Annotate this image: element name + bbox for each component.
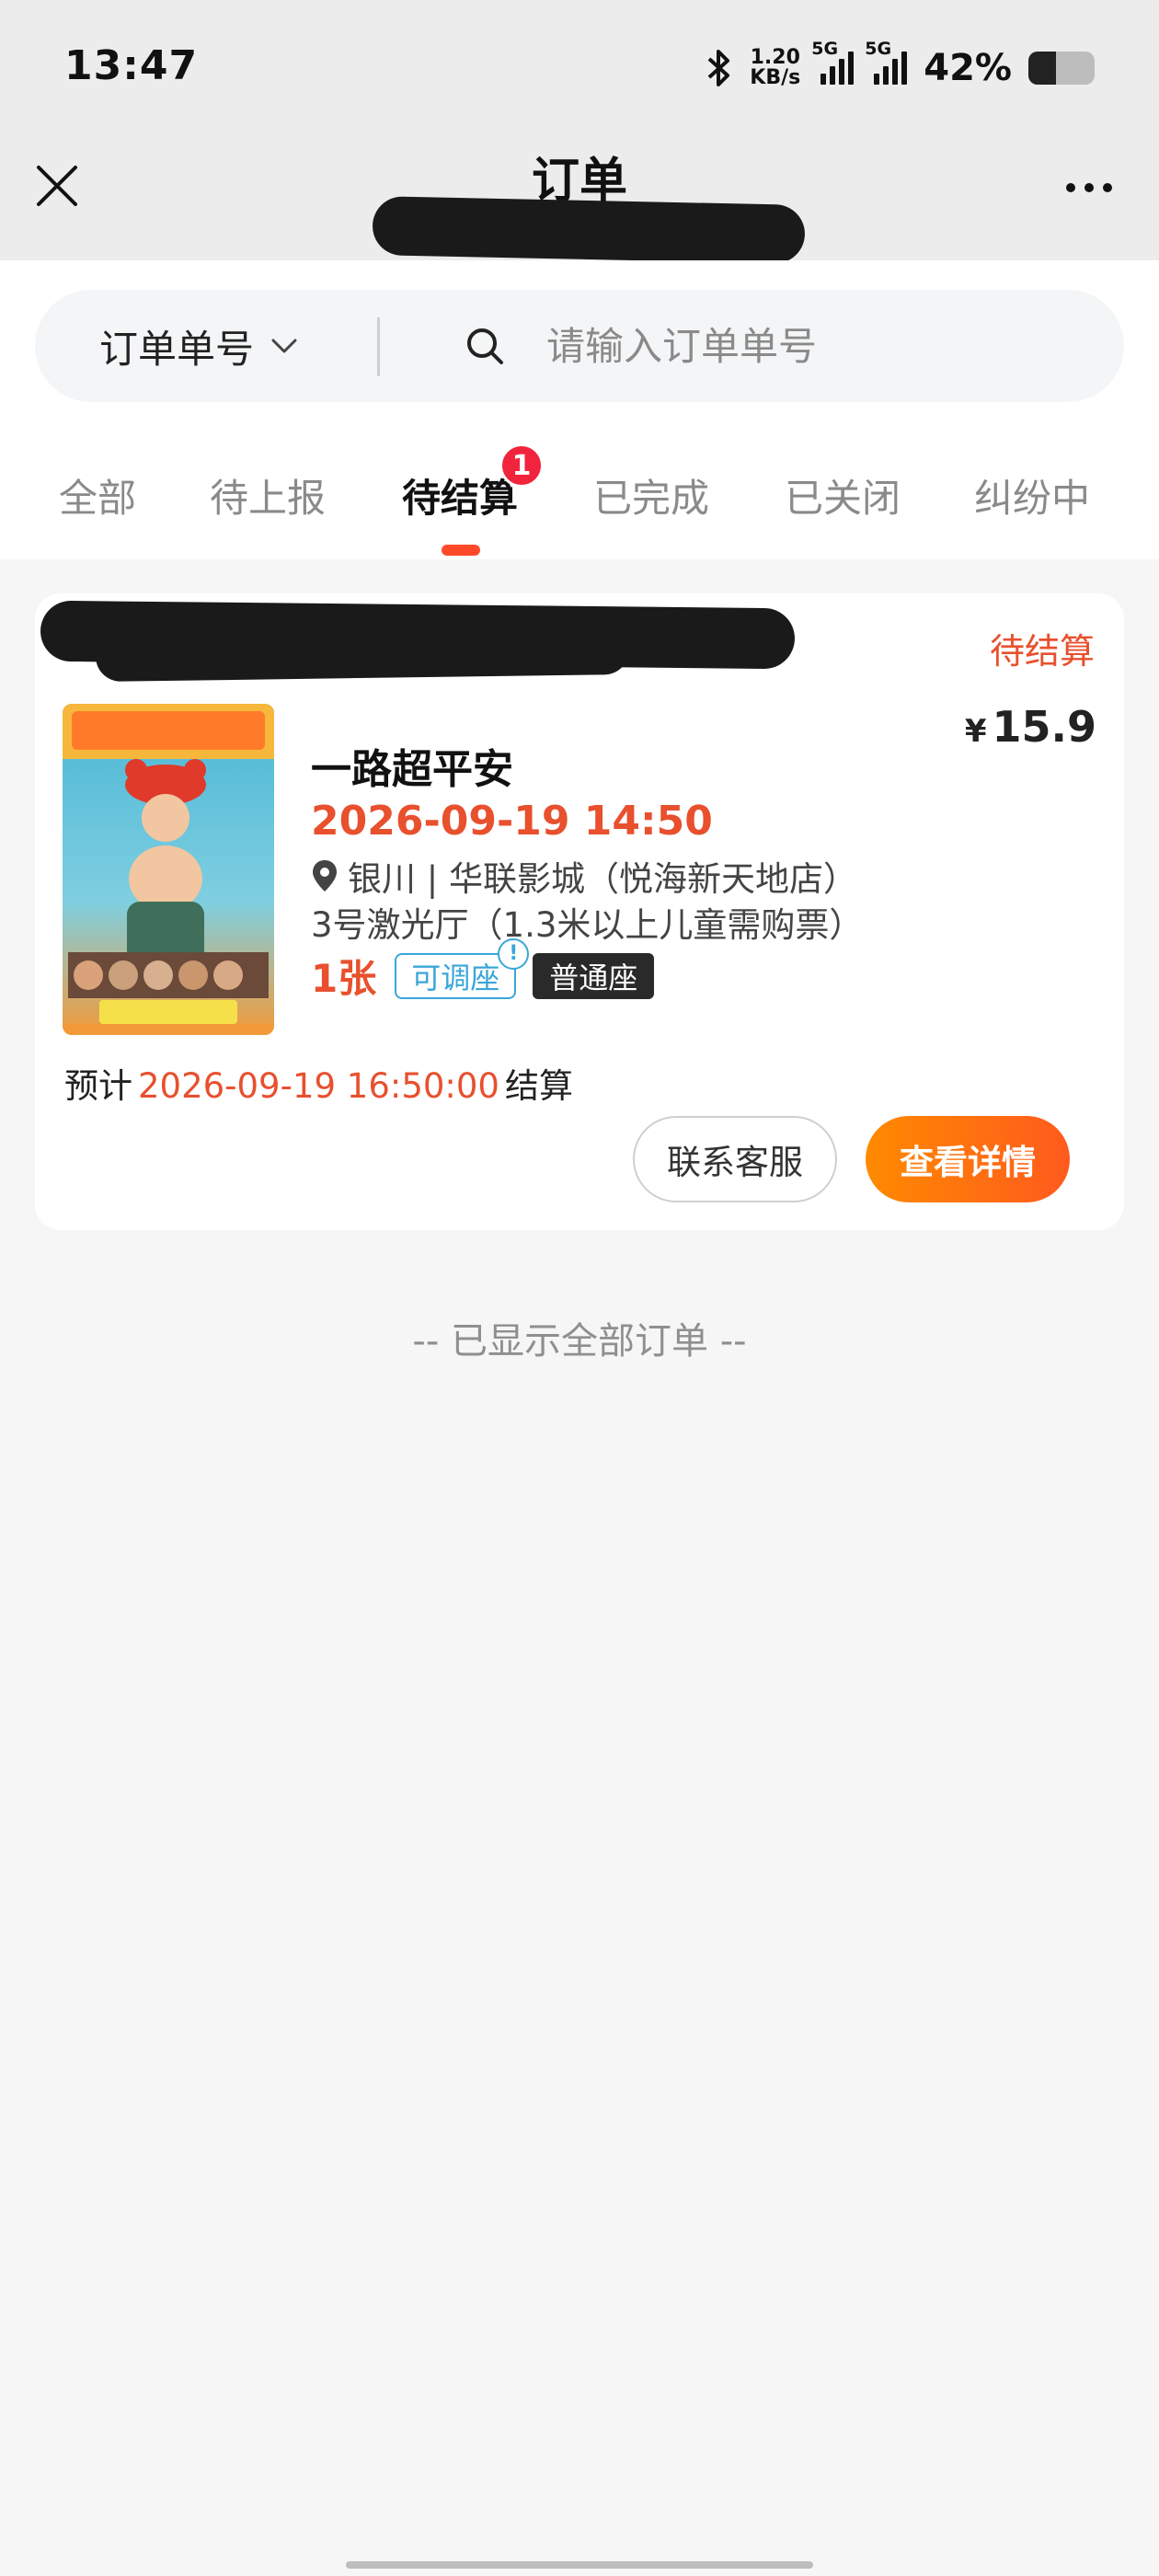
status-tabs: 全部 待上报 待结算 1 已完成 已关闭 纠纷中 <box>0 443 1159 559</box>
search-bar: 订单单号 <box>35 290 1124 402</box>
tab-completed[interactable]: 已完成 <box>593 458 709 532</box>
price-value: 15.9 <box>992 702 1097 752</box>
tab-label: 已关闭 <box>785 475 901 521</box>
order-card[interactable]: 待结算 ¥ 15.9 一路超平安 2026-09-19 14:50 银川 | 华… <box>35 593 1124 1230</box>
settle-suffix: 结算 <box>504 1066 573 1106</box>
search-type-selector[interactable]: 订单单号 <box>99 290 298 402</box>
tab-label: 全部 <box>59 475 137 521</box>
more-button[interactable] <box>1052 162 1126 213</box>
status-icons: 1.20 KB/s 5G 5G 42% <box>706 39 1095 96</box>
tab-count-badge: 1 <box>499 443 545 488</box>
ticket-count: 1张 <box>311 956 377 1001</box>
redaction-mark <box>95 624 630 683</box>
chevron-down-icon <box>271 339 297 353</box>
search-input[interactable] <box>546 308 1061 384</box>
contact-support-button[interactable]: 联系客服 <box>633 1116 837 1202</box>
tab-pending-report[interactable]: 待上报 <box>210 458 326 532</box>
ticket-info: 1张 可调座 ! 普通座 <box>311 937 655 1004</box>
battery-fill <box>1028 52 1057 85</box>
active-tab-indicator <box>442 545 480 556</box>
tab-pending-settlement[interactable]: 待结算 1 <box>402 443 545 532</box>
sim2-type: 5G <box>865 39 892 59</box>
signal-icon-sim1: 5G <box>811 39 855 85</box>
settle-time: 2026-09-19 16:50:00 <box>138 1066 499 1106</box>
tab-disputed[interactable]: 纠纷中 <box>974 458 1090 532</box>
seat-adjustable-label: 可调座 <box>411 960 500 995</box>
show-time: 2026-09-19 14:50 <box>311 798 713 845</box>
tab-label: 纠纷中 <box>974 475 1091 521</box>
hall-info: 3号激光厅（1.3米以上儿童需购票） <box>311 905 864 945</box>
settle-prefix: 预计 <box>64 1066 132 1106</box>
tab-label: 已完成 <box>593 475 710 521</box>
end-of-list-note: -- 已显示全部订单 -- <box>412 1320 747 1363</box>
info-icon[interactable]: ! <box>498 937 530 970</box>
status-time: 13:47 <box>64 42 199 89</box>
movie-poster[interactable] <box>63 704 274 1035</box>
settlement-estimate: 预计 2026-09-19 16:50:00 结算 <box>64 1058 573 1108</box>
top-area: 13:47 1.20 KB/s 5G 5G 42% 订单 <box>0 0 1159 264</box>
tab-label: 待上报 <box>210 475 327 521</box>
search-divider <box>377 317 380 376</box>
battery-icon <box>1028 52 1095 85</box>
signal-icon-sim2: 5G <box>865 39 908 85</box>
net-speed-unit: KB/s <box>750 66 801 89</box>
search-icon <box>467 328 503 364</box>
cinema-name: 银川 | 华联影城（悦海新天地店） <box>348 859 857 899</box>
tab-closed[interactable]: 已关闭 <box>785 458 901 532</box>
bluetooth-icon <box>706 48 733 88</box>
net-speed: 1.20 KB/s <box>750 48 800 88</box>
tab-label: 待结算 <box>402 475 519 521</box>
battery-percent: 42% <box>924 47 1012 89</box>
more-dot-icon <box>1084 183 1094 192</box>
redaction-mark <box>372 196 806 264</box>
tab-all[interactable]: 全部 <box>59 458 136 532</box>
sim1-type: 5G <box>811 39 839 59</box>
order-status: 待结算 <box>989 631 1095 672</box>
title-bar: 订单 <box>0 129 1159 264</box>
net-speed-value: 1.20 <box>750 46 800 69</box>
home-indicator[interactable] <box>346 2561 813 2569</box>
more-dot-icon <box>1066 183 1075 192</box>
search-type-label: 订单单号 <box>99 326 255 372</box>
seat-type-tag: 普通座 <box>533 952 655 999</box>
location-pin-icon <box>313 860 337 891</box>
currency-symbol: ¥ <box>964 713 987 750</box>
seat-adjustable-tag[interactable]: 可调座 ! <box>395 937 530 999</box>
cinema-info: 银川 | 华联影城（悦海新天地店） <box>311 851 857 901</box>
more-dot-icon <box>1103 183 1112 192</box>
order-filter-header: 订单单号 全部 待上报 待结算 1 已完成 已关闭 纠纷中 <box>0 260 1159 559</box>
movie-title: 一路超平安 <box>311 746 513 793</box>
view-details-button[interactable]: 查看详情 <box>866 1116 1070 1202</box>
order-price: ¥15.9 <box>965 702 1096 752</box>
